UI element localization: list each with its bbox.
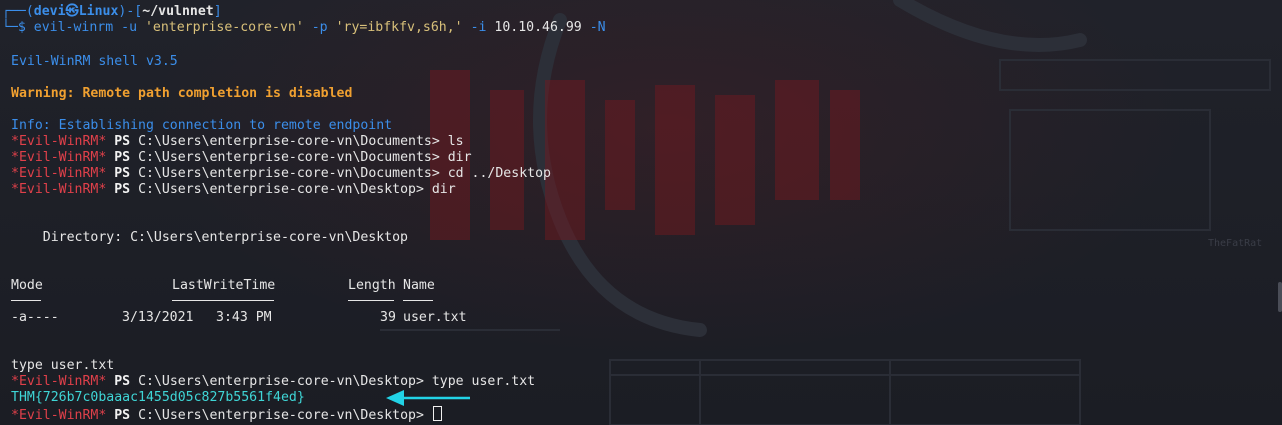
header-underline-name (403, 292, 433, 308)
ps-command: ls (447, 134, 464, 149)
ps-label: PS (114, 134, 131, 149)
prompt-dollar: └─$ (2, 20, 34, 35)
wallpaper-dragon-logo: TheFatRat (380, 0, 1271, 425)
command-name: evil-winrm (33, 20, 114, 35)
prompt-frame: ┌──( (2, 4, 34, 19)
type-echo-text: type user.txt (11, 358, 115, 373)
user-value: 'enterprise-core-vn' (144, 20, 304, 35)
info-text: Info: Establishing connection to remote … (11, 118, 393, 133)
text-cursor[interactable] (432, 406, 442, 421)
n-flag: -N (589, 20, 606, 35)
directory-heading: Directory: C:\Users\enterprise-core-vn\D… (11, 230, 408, 245)
ps-line-dir-desktop: *Evil-WinRM* PS C:\Users\enterprise-core… (11, 182, 456, 198)
row-date: 3/13/2021 (122, 310, 194, 325)
prompt-directory: ~/vulnnet (142, 4, 214, 19)
row-time: 3:43 PM (216, 310, 272, 325)
evil-winrm-tag: *Evil-WinRM* (11, 166, 107, 181)
ps-command: dir (431, 182, 456, 197)
scrollbar-thumb[interactable] (1278, 282, 1282, 312)
ps-label: PS (114, 374, 131, 389)
row-name: user.txt (403, 310, 467, 325)
ps-command: dir (447, 150, 472, 165)
ps-command: cd ../Desktop (447, 166, 551, 181)
prompt-line: ┌──(devi㉿Linux)-[~/vulnnet] (2, 4, 222, 20)
evil-winrm-tag: *Evil-WinRM* (11, 182, 107, 197)
ps-line-current[interactable]: *Evil-WinRM* PS C:\Users\enterprise-core… (11, 406, 442, 423)
header-underline-lastwritetime (172, 292, 274, 308)
evil-winrm-tag: *Evil-WinRM* (11, 134, 107, 149)
arrow-annotation-icon (386, 390, 470, 406)
prompt-frame-mid: )-[ (118, 4, 143, 19)
user-flag: -u (121, 20, 138, 35)
row-length: 39 (380, 310, 396, 325)
ps-label: PS (114, 166, 131, 181)
row-mode: -a---- (11, 310, 59, 325)
svg-text:TheFatRat: TheFatRat (1208, 238, 1262, 249)
ps-path: C:\Users\enterprise-core-vn\Documents> (138, 150, 440, 165)
ip-flag: -i (470, 20, 487, 35)
ps-label: PS (114, 408, 131, 423)
evil-winrm-tag: *Evil-WinRM* (11, 374, 107, 389)
shell-version-text: Evil-WinRM shell v3.5 (11, 54, 178, 69)
warning-text: Warning: Remote path completion is disab… (11, 86, 353, 101)
evil-winrm-tag: *Evil-WinRM* (11, 150, 107, 165)
ps-path: C:\Users\enterprise-core-vn\Desktop> (138, 182, 424, 197)
ps-path: C:\Users\enterprise-core-vn\Desktop> (138, 408, 424, 423)
ip-value: 10.10.46.99 (494, 20, 582, 35)
pass-flag: -p (311, 20, 328, 35)
ps-path: C:\Users\enterprise-core-vn\Documents> (138, 134, 440, 149)
prompt-frame-end: ] (213, 4, 222, 19)
ps-line-cd: *Evil-WinRM* PS C:\Users\enterprise-core… (11, 166, 551, 182)
pass-value: 'ry=ibfkfv,s6h,' (335, 20, 463, 35)
ps-line-dir: *Evil-WinRM* PS C:\Users\enterprise-core… (11, 150, 472, 166)
prompt-user-host: devi㉿Linux (33, 4, 119, 19)
ps-command: type user.txt (431, 374, 536, 389)
terminal-window[interactable]: TheFatRat ┌──(devi㉿Linux)-[~/vulnnet] └─… (0, 0, 1282, 425)
ps-path: C:\Users\enterprise-core-vn\Documents> (138, 166, 440, 181)
command-line[interactable]: └─$ evil-winrm -u 'enterprise-core-vn' -… (2, 20, 606, 36)
ps-path: C:\Users\enterprise-core-vn\Desktop> (138, 374, 424, 389)
ps-line-type: *Evil-WinRM* PS C:\Users\enterprise-core… (11, 374, 535, 390)
header-underline-mode (11, 292, 41, 308)
flag-text: THM{726b7c0baaac1455d05c827b5561f4ed} (11, 390, 305, 405)
ps-label: PS (114, 182, 131, 197)
ps-label: PS (114, 150, 131, 165)
evil-winrm-tag: *Evil-WinRM* (11, 408, 107, 423)
ps-line-ls: *Evil-WinRM* PS C:\Users\enterprise-core… (11, 134, 464, 150)
header-underline-length (348, 292, 394, 308)
